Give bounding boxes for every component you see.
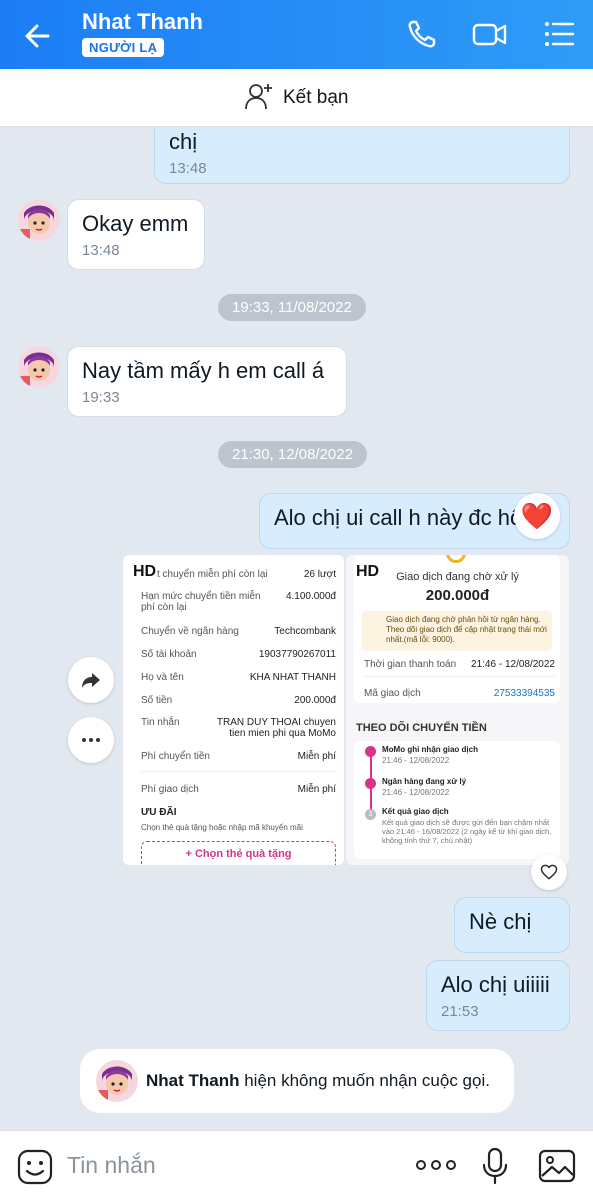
step-pending-icon: 3 (365, 809, 376, 820)
receipt-row: Thời gian thanh toán 21:46 - 12/08/2022 (364, 659, 555, 670)
message-bubble-out[interactable]: Alo chị uiiiii 21:53 (426, 960, 570, 1031)
emoji-sticker-icon[interactable] (16, 1148, 54, 1191)
heart-reaction-icon[interactable]: ❤️ (514, 493, 560, 539)
message-input-bar: Tin nhắn (0, 1130, 593, 1200)
add-friend-label: Kết bạn (283, 87, 349, 108)
transaction-amount: 200.000đ (425, 587, 490, 604)
message-time: 13:48 (82, 241, 120, 259)
message-bubble-out[interactable]: chị 13:48 (154, 127, 570, 184)
image-attachment[interactable]: HD t chuyển miễn phí còn lại 26 lượt Hạn … (123, 555, 344, 865)
message-bubble-out[interactable]: Nè chị (454, 897, 570, 953)
message-time: 13:48 (169, 159, 207, 177)
heart-react-button[interactable] (531, 854, 567, 890)
chat-area: chị 13:48 Okay emm 13:48 19:33, 11/08/20… (0, 127, 593, 1130)
step-done-icon (365, 778, 376, 789)
receipt-row: Tin nhắn TRAN DUY THOAI chuyen tien mien … (141, 717, 336, 739)
receipt-row: Số tiền 200.000đ (141, 695, 336, 706)
avatar[interactable] (18, 346, 60, 388)
receipt-row: Chuyển về ngân hàng Techcombank (141, 626, 336, 637)
avatar[interactable] (18, 199, 60, 241)
message-bubble-in[interactable]: Okay emm 13:48 (67, 199, 205, 270)
message-text: Nè chị (469, 909, 532, 934)
date-separator: 19:33, 11/08/2022 (218, 294, 366, 321)
system-notice: Nhat Thanh hiện không muốn nhận cuộc gọi… (80, 1049, 514, 1113)
add-friend-button[interactable]: Kết bạn (243, 81, 349, 115)
pending-note: Giao dịch đang chờ phản hồi từ ngân hàng… (362, 611, 552, 651)
menu-list-icon[interactable] (540, 14, 580, 54)
image-attachment[interactable]: HD Giao dịch đang chờ xử lý 200.000đ Gia… (346, 555, 569, 865)
message-bubble-in[interactable]: Nay tầm mấy h em call á 19:33 (67, 346, 347, 417)
date-separator: 21:30, 12/08/2022 (218, 441, 367, 468)
receipt-row: Họ và tên KHA NHAT THANH (141, 672, 336, 683)
hd-label: HD (133, 563, 157, 580)
message-time: 21:53 (441, 1002, 479, 1020)
system-notice-text: Nhat Thanh hiện không muốn nhận cuộc gọi… (146, 1071, 490, 1090)
add-person-icon (243, 80, 275, 117)
transaction-status: Giao dịch đang chờ xử lý (396, 571, 519, 583)
message-text: Alo chị uiiiii (441, 972, 550, 997)
contact-name[interactable]: Nhat Thanh (82, 9, 203, 35)
message-text: Nay tầm mấy h em call á (82, 358, 325, 383)
step-time: 21:46 - 12/08/2022 (382, 756, 450, 765)
more-options-icon[interactable] (68, 717, 114, 763)
step-time: Kết quả giao dịch sẽ được gửi đến bạn ch… (382, 818, 552, 845)
promo-title: ƯU ĐÃI (141, 807, 177, 818)
message-text: chị (169, 129, 198, 154)
avatar (96, 1060, 138, 1102)
share-forward-icon[interactable] (68, 657, 114, 703)
step-title: Ngân hàng đang xử lý (382, 777, 467, 786)
add-friend-bar: Kết bạn (0, 69, 593, 127)
step-title: MoMo ghi nhận giao dịch (382, 745, 478, 754)
step-time: 21:46 - 12/08/2022 (382, 788, 450, 797)
video-call-icon[interactable] (470, 14, 510, 54)
back-arrow-icon[interactable] (18, 14, 62, 58)
receipt-row: Phí chuyển tiền Miễn phí (141, 751, 336, 762)
receipt-row: Phí giao dịch Miễn phí (141, 784, 336, 795)
receipt-row: Mã giao dịch 27533394535 (364, 688, 555, 699)
microphone-icon[interactable] (480, 1147, 510, 1190)
image-gallery-icon[interactable] (538, 1148, 576, 1189)
message-text: Okay emm (82, 211, 189, 236)
receipt-row: t chuyển miễn phí còn lại 26 lượt (157, 569, 336, 580)
message-input[interactable]: Tin nhắn (67, 1152, 156, 1179)
chat-header: Nhat Thanh NGƯỜI LẠ (0, 0, 593, 69)
choose-gift-card-button: + Chọn thẻ quà tặng (141, 841, 336, 865)
step-done-icon (365, 746, 376, 757)
message-text: Alo chị ui call h này đc hôg (274, 505, 535, 530)
step-title: Kết quả giao dịch (382, 807, 449, 816)
more-options-icon[interactable] (415, 1153, 457, 1182)
stranger-badge: NGƯỜI LẠ (82, 38, 165, 57)
promo-subtitle: Chọn thẻ quà tặng hoặc nhập mã khuyến mã… (141, 823, 303, 832)
phone-call-icon[interactable] (402, 14, 442, 54)
message-time: 19:33 (82, 388, 120, 406)
tracking-title: THEO DÕI CHUYỂN TIỀN (356, 722, 487, 734)
receipt-row: Hạn mức chuyển tiền miễn phí còn lại 4.10… (141, 591, 336, 613)
receipt-row: Số tài khoản 19037790267011 (141, 649, 336, 660)
